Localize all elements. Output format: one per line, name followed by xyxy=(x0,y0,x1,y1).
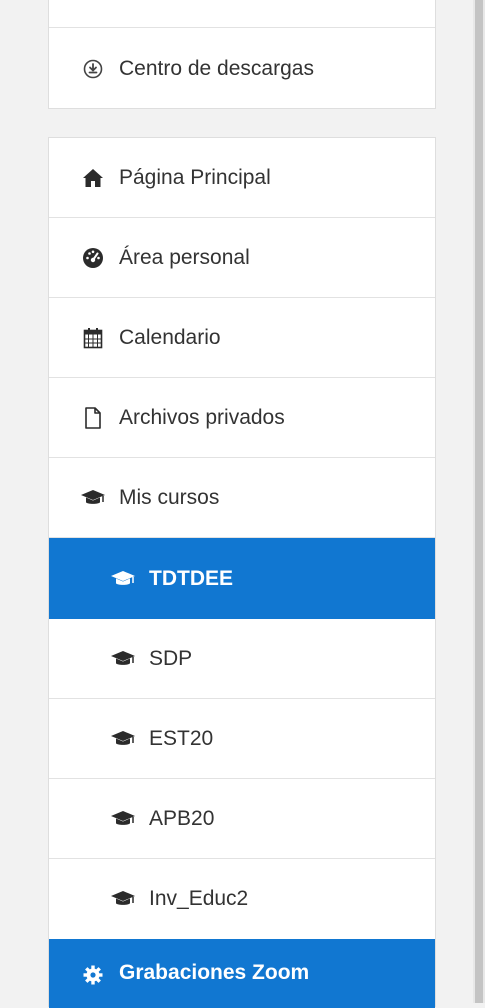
calendar-icon xyxy=(79,324,107,352)
course-item-est20[interactable]: EST20 xyxy=(49,699,435,779)
graduation-cap-icon xyxy=(109,725,137,753)
download-circle-icon xyxy=(79,55,107,83)
menu-item-my-courses[interactable]: Mis cursos xyxy=(49,458,435,538)
course-label: APB20 xyxy=(149,806,215,830)
menu-item-zoom-recordings[interactable]: Grabaciones Zoom xyxy=(49,939,435,1008)
course-item-sdp[interactable]: SDP xyxy=(49,619,435,699)
navigation-menu-card: Página Principal Área personal Calendari… xyxy=(48,137,436,1008)
dashboard-icon xyxy=(79,244,107,272)
home-icon xyxy=(79,164,107,192)
menu-item-label: Página Principal xyxy=(119,165,271,189)
top-menu-card: Centro de descargas xyxy=(48,0,436,109)
gear-icon xyxy=(79,961,107,989)
menu-item-label: Centro de descargas xyxy=(119,57,314,80)
course-item-tdtdee[interactable]: TDTDEE xyxy=(49,538,435,619)
course-label: Inv_Educ2 xyxy=(149,887,249,910)
graduation-cap-icon xyxy=(109,645,137,673)
course-label: SDP xyxy=(149,646,193,670)
graduation-cap-icon xyxy=(109,805,137,833)
menu-item-calendar[interactable]: Calendario xyxy=(49,298,435,378)
graduation-cap-icon xyxy=(109,565,137,593)
scrollbar-track[interactable] xyxy=(473,0,485,1003)
course-item-inv-educ2[interactable]: Inv_Educ2 xyxy=(49,859,435,939)
menu-item-label: Calendario xyxy=(119,325,221,349)
course-label: TDTDEE xyxy=(149,566,233,590)
graduation-cap-icon xyxy=(79,484,107,512)
menu-item-home[interactable]: Página Principal xyxy=(49,138,435,218)
course-label: EST20 xyxy=(149,726,214,750)
menu-item-hidden-above[interactable] xyxy=(49,0,435,28)
menu-item-label: Área personal xyxy=(119,245,250,269)
menu-item-private-files[interactable]: Archivos privados xyxy=(49,378,435,458)
menu-item-label: Grabaciones Zoom xyxy=(119,961,310,984)
menu-item-downloads[interactable]: Centro de descargas xyxy=(49,28,435,110)
scrollbar-thumb[interactable] xyxy=(475,0,483,1003)
course-item-apb20[interactable]: APB20 xyxy=(49,779,435,859)
menu-item-dashboard[interactable]: Área personal xyxy=(49,218,435,298)
file-icon xyxy=(79,404,107,432)
graduation-cap-icon xyxy=(109,885,137,913)
menu-item-label: Mis cursos xyxy=(119,485,220,509)
menu-item-label: Archivos privados xyxy=(119,405,285,429)
